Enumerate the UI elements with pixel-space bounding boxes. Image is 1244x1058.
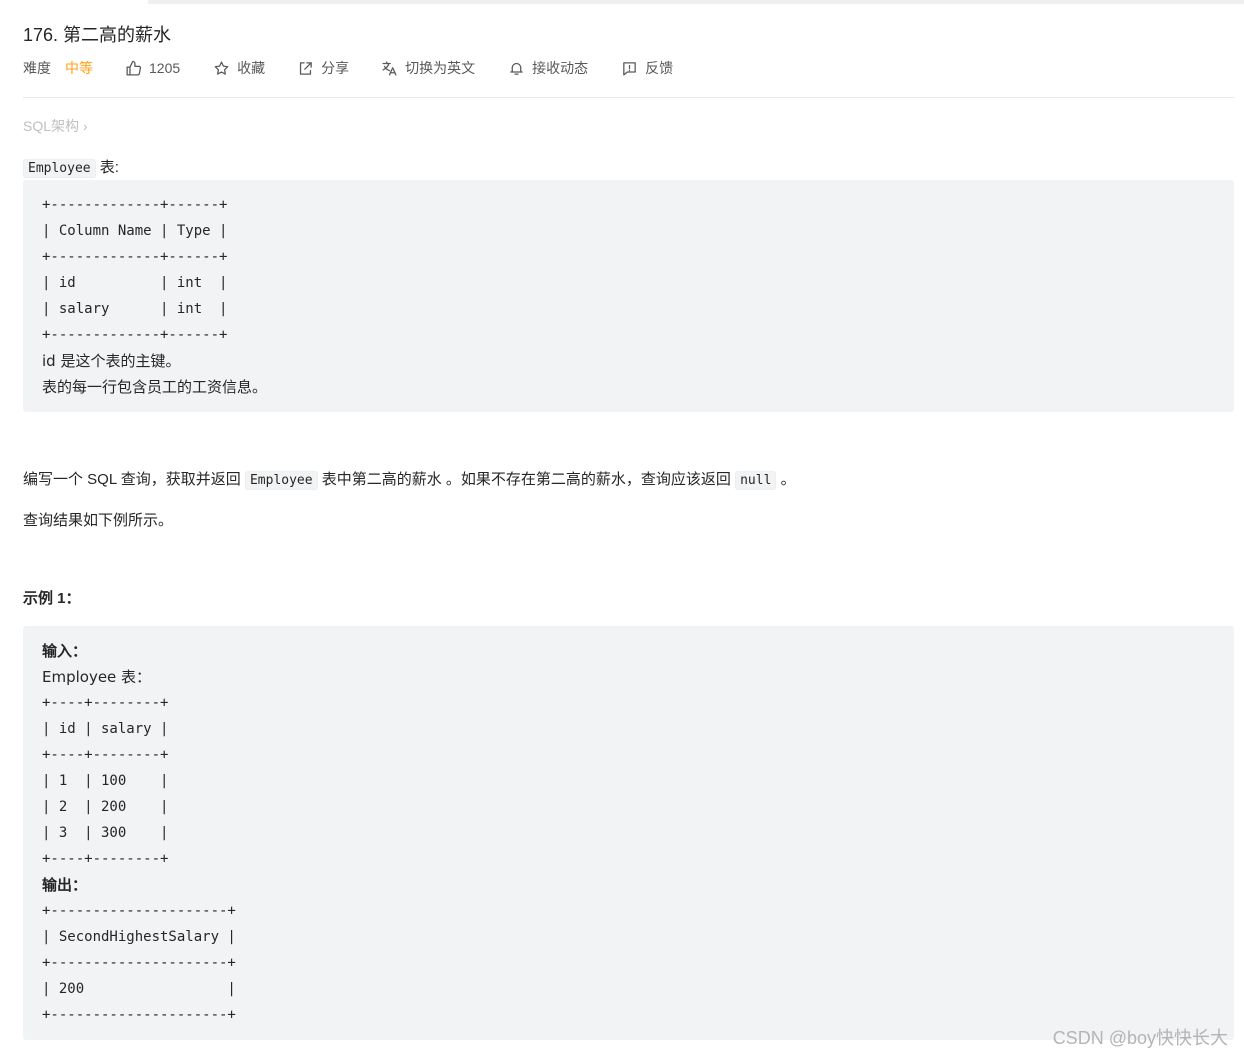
- like-count: 1205: [149, 60, 181, 76]
- schema-note: id 是这个表的主键。: [42, 352, 181, 370]
- top-border: [148, 0, 1244, 4]
- share-icon: [300, 61, 312, 75]
- share-button[interactable]: 分享: [297, 58, 349, 78]
- schema-line: +-------------+------+: [42, 249, 228, 265]
- csdn-watermark: CSDN @boy快快长大: [1052, 1028, 1228, 1048]
- share-label: 分享: [321, 60, 350, 76]
- task-description: 编写一个 SQL 查询，获取并返回 Employee 表中第二高的薪水 。如果不…: [23, 468, 796, 493]
- task-text: 编写一个 SQL 查询，获取并返回: [23, 471, 245, 488]
- problem-meta-bar: 难度 中等 1205 收藏 分享 切换为英文 接收动态 反馈: [23, 56, 673, 80]
- favorite-label: 收藏: [237, 60, 266, 76]
- example-code-block: 输入： Employee 表： +----+--------+ | id | s…: [23, 626, 1234, 1040]
- input-table-line: | 1 | 100 |: [42, 773, 169, 789]
- notify-label: 接收动态: [532, 60, 589, 76]
- output-table-line: +---------------------+: [42, 955, 236, 971]
- output-table-line: +---------------------+: [42, 903, 236, 919]
- sql-schema-link[interactable]: SQL架构 ›: [23, 116, 88, 136]
- input-label: 输入：: [42, 642, 88, 660]
- schema-note: 表的每一行包含员工的工资信息。: [42, 378, 268, 396]
- schema-line: +-------------+------+: [42, 197, 228, 213]
- example-title: 示例 1：: [23, 590, 81, 607]
- output-table-line: | 200 |: [42, 981, 236, 997]
- header-divider: [23, 97, 1234, 98]
- output-table-line: +---------------------+: [42, 1007, 236, 1023]
- schema-code-block: +-------------+------+ | Column Name | T…: [23, 180, 1234, 412]
- sql-schema-label: SQL架构: [23, 118, 80, 134]
- feedback-button[interactable]: 反馈: [621, 58, 673, 78]
- difficulty-label: 难度: [23, 60, 51, 76]
- difficulty-value: 中等: [65, 60, 93, 76]
- chevron-right-icon: ›: [83, 118, 88, 134]
- table-intro-suffix: 表:: [95, 159, 119, 176]
- like-button[interactable]: 1205: [125, 60, 180, 77]
- input-table-line: +----+--------+: [42, 851, 169, 867]
- feedback-label: 反馈: [645, 60, 674, 76]
- schema-line: | salary | int |: [42, 301, 228, 317]
- task-code-employee: Employee: [244, 471, 318, 490]
- translate-icon: [382, 60, 397, 76]
- input-table-line: | 3 | 300 |: [42, 825, 169, 841]
- notify-button[interactable]: 接收动态: [508, 58, 588, 78]
- result-note: 查询结果如下例所示。: [23, 512, 174, 529]
- feedback-icon: [623, 61, 636, 76]
- input-table-line: +----+--------+: [42, 747, 169, 763]
- translate-label: 切换为英文: [405, 60, 476, 76]
- input-table-name: Employee 表：: [42, 668, 152, 686]
- task-text: 。: [776, 471, 796, 488]
- input-table-line: | id | salary |: [42, 721, 169, 737]
- output-label: 输出：: [42, 876, 88, 894]
- input-table-line: | 2 | 200 |: [42, 799, 169, 815]
- input-table-line: +----+--------+: [42, 695, 169, 711]
- problem-title: 176. 第二高的薪水: [23, 25, 172, 45]
- bell-icon: [510, 62, 523, 75]
- table-name-code: Employee: [23, 159, 96, 178]
- table-intro: Employee 表:: [23, 156, 119, 181]
- schema-line: | id | int |: [42, 275, 228, 291]
- schema-line: +-------------+------+: [42, 327, 228, 343]
- output-table-line: | SecondHighestSalary |: [42, 929, 236, 945]
- star-icon: [214, 60, 229, 75]
- thumbs-up-icon: [126, 60, 142, 76]
- task-code-null: null: [735, 471, 777, 490]
- schema-line: | Column Name | Type |: [42, 223, 228, 239]
- favorite-button[interactable]: 收藏: [213, 58, 265, 78]
- task-text: 表中第二高的薪水 。如果不存在第二高的薪水，查询应该返回: [317, 471, 736, 488]
- translate-button[interactable]: 切换为英文: [381, 58, 475, 78]
